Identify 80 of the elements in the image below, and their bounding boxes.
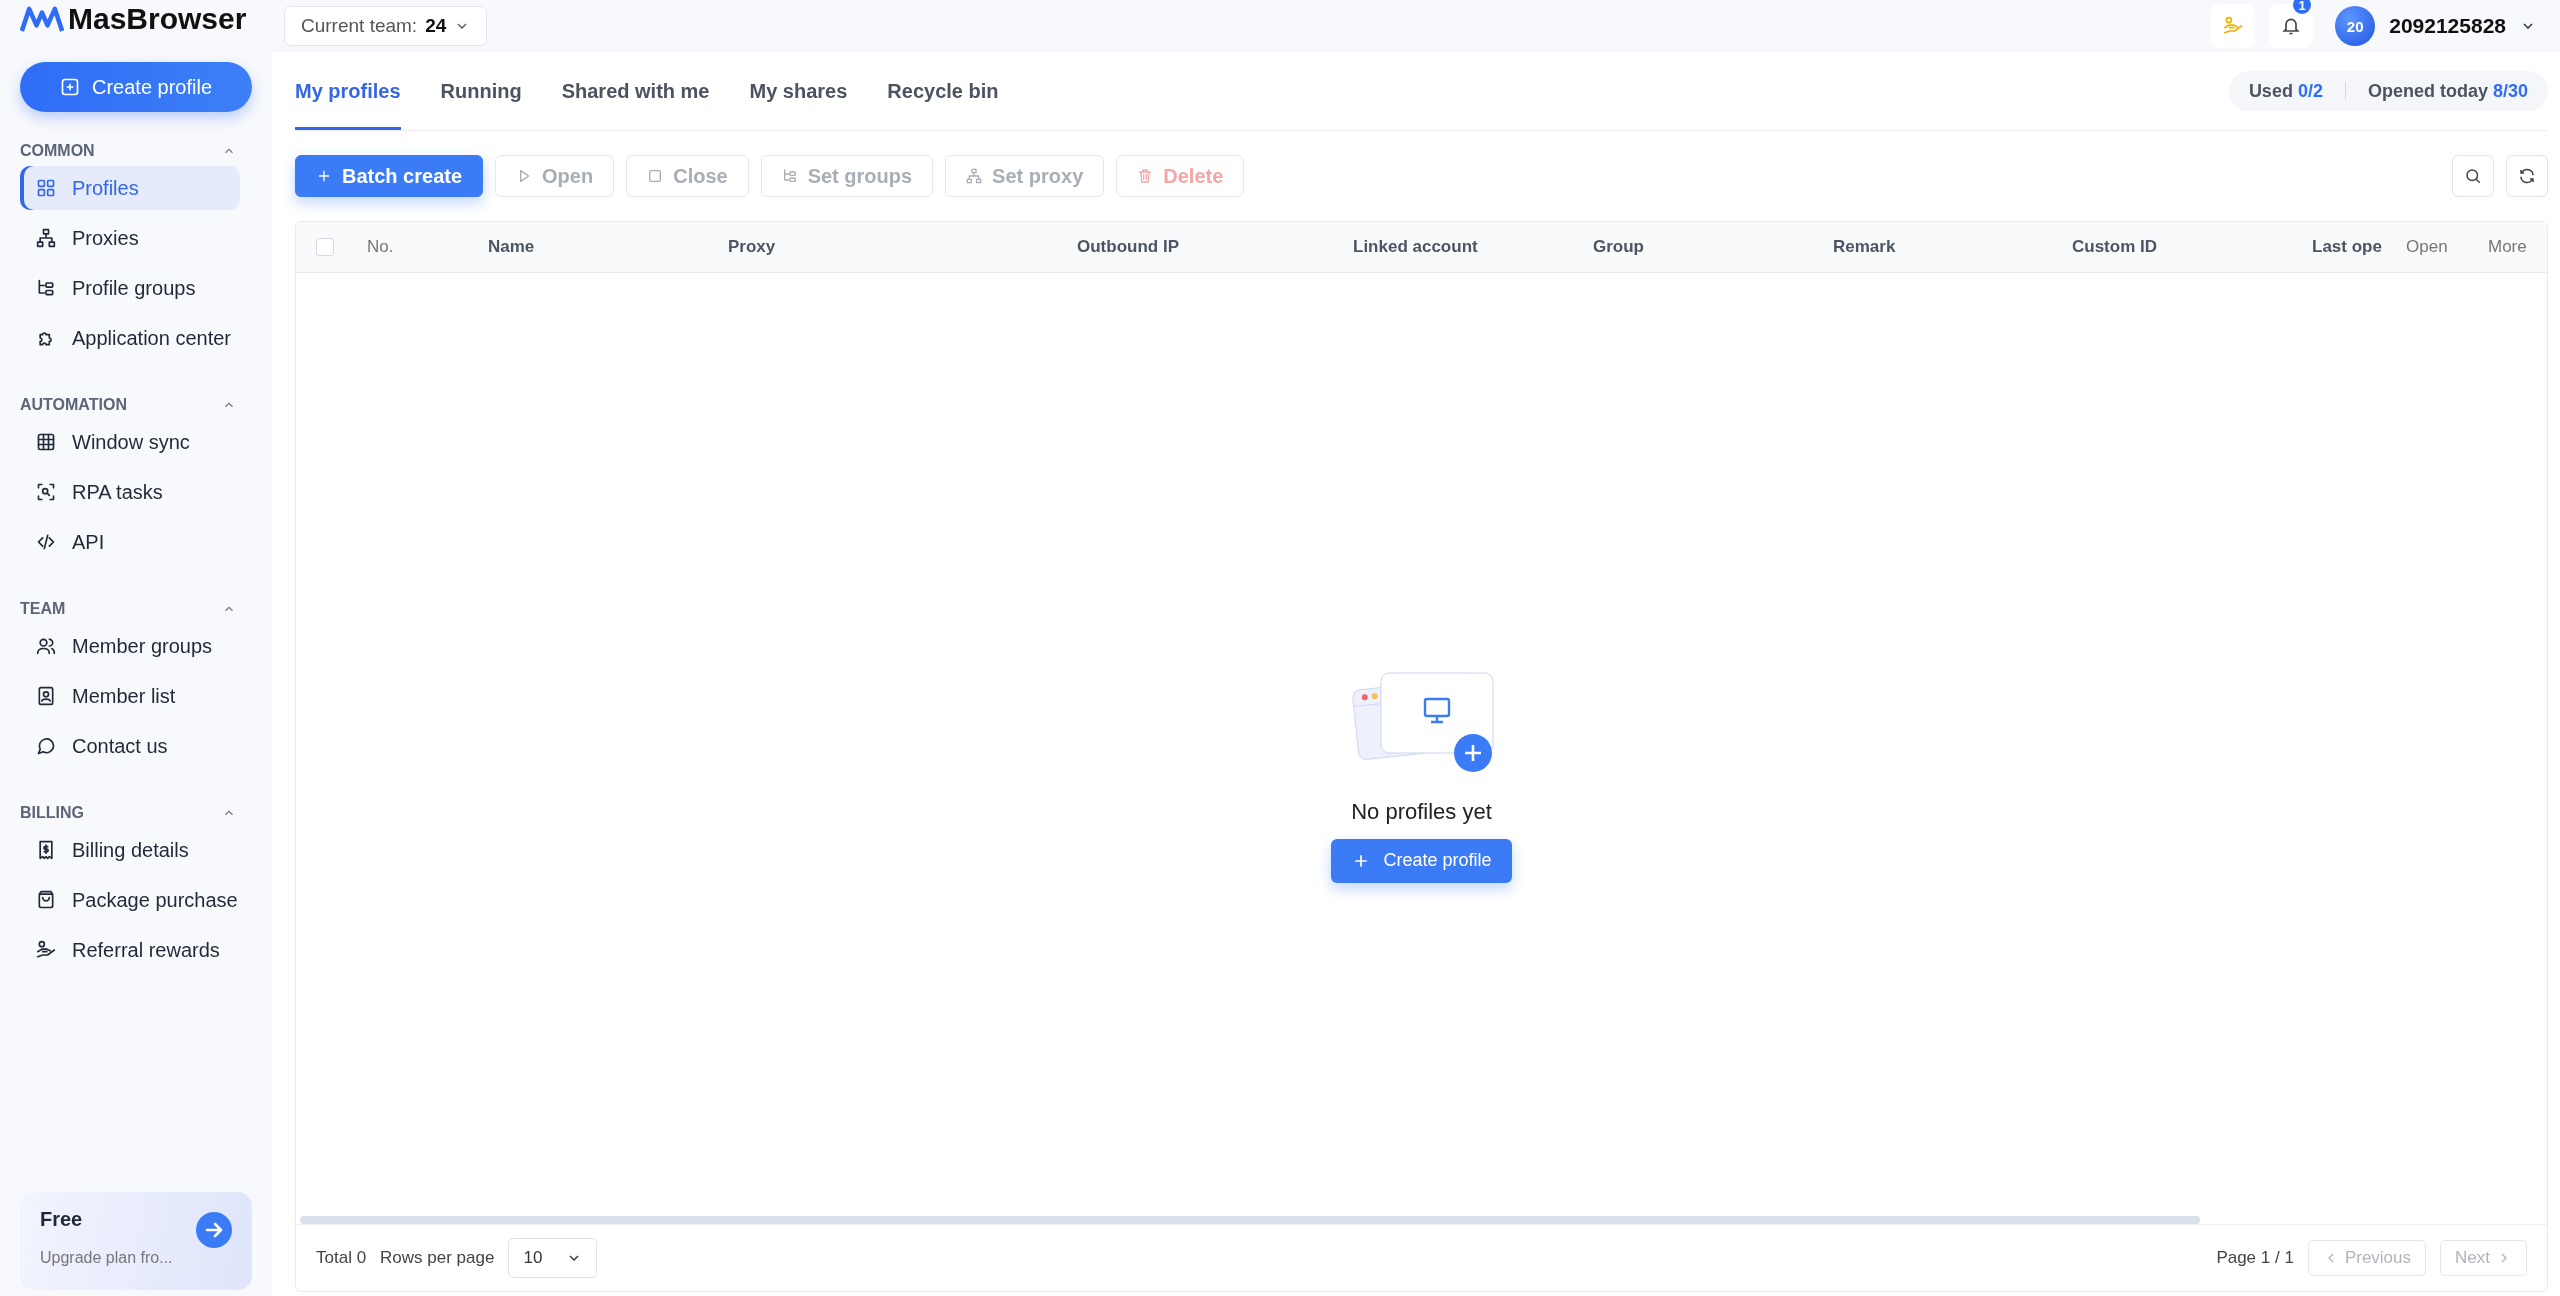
section-title: AUTOMATION xyxy=(20,396,127,414)
page-indicator: Page 1 / 1 xyxy=(2216,1248,2294,1268)
tab[interactable]: Shared with me xyxy=(561,52,710,130)
sidebar-item[interactable]: Application center xyxy=(20,316,240,360)
sidebar-item[interactable]: Referral rewards xyxy=(20,928,240,972)
id-badge-icon xyxy=(36,686,56,706)
sidebar-item[interactable]: Profile groups xyxy=(20,266,240,310)
plan-title: Free xyxy=(40,1208,84,1231)
column-header: Remark xyxy=(1833,237,1897,257)
sidebar-item[interactable]: Contact us xyxy=(20,724,240,768)
column-header: Group xyxy=(1593,237,1645,257)
search-button[interactable] xyxy=(2452,155,2494,197)
search-icon xyxy=(2464,167,2482,185)
brand-name: MasBrowser xyxy=(68,2,247,36)
notification-badge: 1 xyxy=(2293,0,2312,14)
section-title: BILLING xyxy=(20,804,84,822)
tab[interactable]: Recycle bin xyxy=(887,52,999,130)
tab[interactable]: Running xyxy=(440,52,522,130)
column-header: Custom ID xyxy=(2072,237,2158,257)
column-header: Last ope xyxy=(2312,237,2383,257)
plus-icon xyxy=(316,168,332,184)
receipt-icon xyxy=(36,840,56,860)
grid-icon xyxy=(36,178,56,198)
logo-icon xyxy=(20,5,64,33)
tab[interactable]: My profiles xyxy=(295,52,401,130)
user-id[interactable]: 2092125828 xyxy=(2389,14,2506,38)
plus-square-icon xyxy=(59,77,80,97)
column-header: Open xyxy=(2406,237,2449,257)
refresh-icon xyxy=(2518,167,2536,185)
total-count: Total 0 xyxy=(316,1248,367,1268)
bell-icon xyxy=(2281,16,2302,36)
trash-icon xyxy=(1137,168,1154,184)
code-icon xyxy=(36,532,56,552)
sidebar-item[interactable]: Package purchase xyxy=(20,878,240,922)
column-header: No. xyxy=(367,237,395,257)
folder-tree-icon xyxy=(781,168,798,184)
avatar[interactable]: 20 xyxy=(2335,6,2376,46)
sidebar-item[interactable]: Window sync xyxy=(20,420,240,464)
empty-message: No profiles yet xyxy=(1351,798,1492,825)
sidebar-item[interactable]: Profiles xyxy=(20,166,240,210)
bag-icon xyxy=(36,890,56,910)
hand-icon xyxy=(36,940,56,960)
referral-button[interactable] xyxy=(2211,4,2256,48)
scan-icon xyxy=(36,482,56,502)
select-all-checkbox[interactable] xyxy=(316,238,334,256)
column-header: Outbound IP xyxy=(1077,237,1180,257)
column-header: More xyxy=(2488,237,2528,257)
users-icon xyxy=(36,636,56,656)
section-title: COMMON xyxy=(20,142,95,160)
plan-card[interactable]: Free Upgrade plan fro... xyxy=(20,1192,252,1290)
sidebar-item[interactable]: Proxies xyxy=(20,216,240,260)
create-profile-button[interactable]: Create profile xyxy=(20,62,252,112)
sidebar-item[interactable]: Member groups xyxy=(20,624,240,668)
plan-subtitle: Upgrade plan fro... xyxy=(40,1249,173,1267)
refresh-button[interactable] xyxy=(2506,155,2548,197)
used-count: Used 0/2 xyxy=(2248,80,2323,102)
batch-create-button[interactable]: Batch create xyxy=(295,155,484,197)
section-title: TEAM xyxy=(20,600,66,618)
column-header: Proxy xyxy=(728,237,777,257)
sidebar-item[interactable]: API xyxy=(20,520,240,564)
hand-icon xyxy=(2223,16,2244,36)
square-icon xyxy=(647,168,664,184)
tab[interactable]: My shares xyxy=(749,52,848,130)
column-header: Linked account xyxy=(1353,237,1479,257)
network-icon xyxy=(36,228,56,248)
chat-bubble-icon xyxy=(36,736,56,756)
horizontal-scrollbar[interactable] xyxy=(300,1216,2200,1224)
create-profile-button[interactable]: Create profile xyxy=(1331,838,1512,883)
rows-per-page-label: Rows per page xyxy=(380,1248,495,1268)
rows-per-page-select[interactable]: 10 xyxy=(508,1238,598,1278)
sidebar-item[interactable]: Member list xyxy=(20,674,240,718)
sidebar-item[interactable]: Billing details xyxy=(20,828,240,872)
grid-table-icon xyxy=(36,432,56,452)
network-icon xyxy=(966,168,983,184)
sidebar-item[interactable]: RPA tasks xyxy=(20,470,240,514)
column-header: Name xyxy=(488,237,536,257)
folder-tree-icon xyxy=(36,278,56,298)
opened-today-count: Opened today 8/30 xyxy=(2367,80,2528,102)
team-selector[interactable]: Current team: 24 xyxy=(284,6,488,46)
arrow-right-icon[interactable] xyxy=(196,1212,232,1248)
